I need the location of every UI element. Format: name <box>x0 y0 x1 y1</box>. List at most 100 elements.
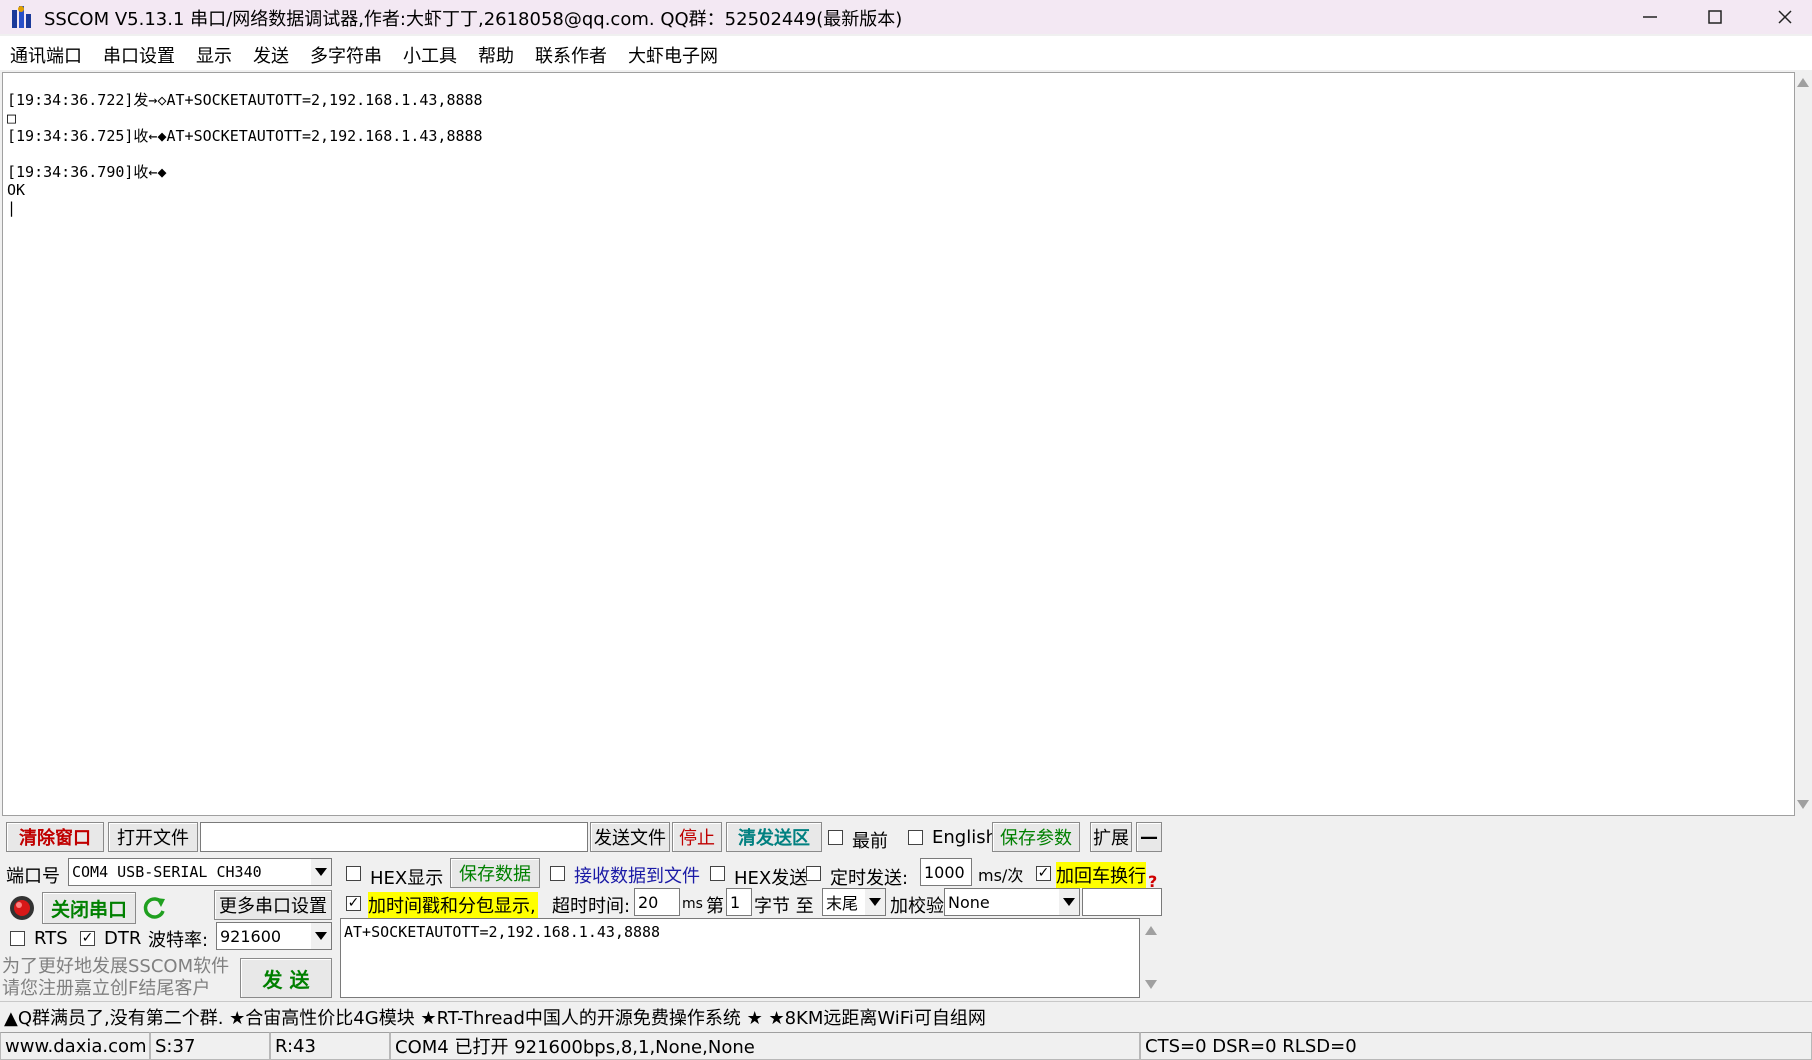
hex-send-checkbox[interactable] <box>710 866 725 881</box>
save-params-button[interactable]: 保存参数 <box>992 822 1080 852</box>
text-cursor: | <box>7 199 17 217</box>
baud-select[interactable]: 921600 <box>216 922 332 950</box>
send-textarea[interactable]: AT+SOCKETAUTOTT=2,192.168.1.43,8888 <box>340 918 1140 998</box>
timestamp-checkbox[interactable]: ✓ <box>346 896 361 911</box>
menu-bar: 通讯端口 串口设置 显示 发送 多字符串 小工具 帮助 联系作者 大虾电子网 <box>0 36 1812 70</box>
stop-button[interactable]: 停止 <box>672 822 722 852</box>
scroll-up-icon[interactable] <box>1145 926 1157 935</box>
save-data-button[interactable]: 保存数据 <box>450 858 540 888</box>
close-button[interactable] <box>1755 0 1812 34</box>
window-title: SSCOM V5.13.1 串口/网络数据调试器,作者:大虾丁丁,2618058… <box>44 9 903 30</box>
menu-contact-author[interactable]: 联系作者 <box>535 42 607 68</box>
topmost-label: 最前 <box>852 831 888 852</box>
port-label: 端口号 <box>6 866 60 887</box>
port-select-value: COM4 USB-SERIAL CH340 <box>72 863 262 881</box>
received-count: R:43 <box>270 1032 390 1060</box>
timed-send-checkbox[interactable] <box>806 866 821 881</box>
menu-multi-string[interactable]: 多字符串 <box>310 42 382 68</box>
timed-send-label: 定时发送: <box>830 868 909 889</box>
end-select[interactable]: 末尾 <box>822 888 886 916</box>
send-button[interactable]: 发 送 <box>240 958 332 998</box>
menu-help[interactable]: 帮助 <box>478 42 514 68</box>
app-icon <box>12 6 31 28</box>
collapse-button[interactable]: — <box>1136 822 1162 852</box>
maximize-icon <box>1708 10 1722 24</box>
ad-bar[interactable]: ▲Q群满员了,没有第二个群. ★合宙高性价比4G模块 ★RT-Thread中国人… <box>0 1001 1812 1029</box>
menu-serial-settings[interactable]: 串口设置 <box>103 42 175 68</box>
add-crlf-checkbox[interactable]: ✓ <box>1036 866 1051 881</box>
chevron-down-icon[interactable] <box>311 859 331 885</box>
timeout-input[interactable]: 20 <box>634 888 680 916</box>
menu-send[interactable]: 发送 <box>253 42 289 68</box>
menu-comm-port[interactable]: 通讯端口 <box>10 42 82 68</box>
website-link[interactable]: www.daxia.com <box>0 1032 150 1060</box>
maximize-button[interactable] <box>1685 0 1745 34</box>
title-bar: SSCOM V5.13.1 串口/网络数据调试器,作者:大虾丁丁,2618058… <box>0 0 1812 34</box>
chevron-down-icon[interactable] <box>1059 889 1079 915</box>
chevron-down-icon[interactable] <box>311 923 331 949</box>
scroll-down-icon[interactable] <box>1797 800 1809 809</box>
menu-display[interactable]: 显示 <box>196 42 232 68</box>
end-select-value: 末尾 <box>826 894 859 913</box>
signal-status-text: CTS=0 DSR=0 RLSD=0 <box>1140 1032 1812 1060</box>
clear-window-button[interactable]: 清除窗口 <box>6 822 104 852</box>
chevron-down-icon[interactable] <box>865 889 885 915</box>
minimize-button[interactable] <box>1620 0 1680 34</box>
promo-text: 为了更好地发展SSCOM软件 请您注册嘉立创F结尾客户 <box>2 956 230 999</box>
port-status-text: COM4 已打开 921600bps,8,1,None,None <box>390 1032 1140 1060</box>
recv-to-file-checkbox[interactable] <box>550 866 565 881</box>
scroll-down-icon[interactable] <box>1145 980 1157 989</box>
receive-output-area[interactable]: [19:34:36.722]发→◇AT+SOCKETAUTOTT=2,192.1… <box>2 72 1795 816</box>
dtr-label: DTR <box>104 928 142 949</box>
expand-button[interactable]: 扩展 <box>1090 822 1132 852</box>
hex-display-label: HEX显示 <box>370 868 444 889</box>
checksum-label: 加校验 <box>890 896 944 917</box>
open-file-button[interactable]: 打开文件 <box>108 822 198 852</box>
refresh-icon[interactable] <box>142 895 168 921</box>
dtr-checkbox[interactable]: ✓ <box>80 931 95 946</box>
ad-text[interactable]: ▲Q群满员了,没有第二个群. ★合宙高性价比4G模块 ★RT-Thread中国人… <box>4 1004 986 1030</box>
topmost-checkbox[interactable] <box>828 830 843 845</box>
english-checkbox[interactable] <box>908 830 923 845</box>
output-scrollbar[interactable] <box>1795 72 1812 816</box>
recv-to-file-label[interactable]: 接收数据到文件 <box>574 862 700 888</box>
send-scrollbar[interactable] <box>1140 918 1162 998</box>
scroll-up-icon[interactable] <box>1797 78 1809 87</box>
checksum-select-value: None <box>948 892 990 912</box>
minimize-icon <box>1643 16 1657 18</box>
byte-to-label: 字节 至 <box>754 896 814 917</box>
menu-daxia-website[interactable]: 大虾电子网 <box>628 42 718 68</box>
timestamp-label: 加时间戳和分包显示, <box>368 892 538 918</box>
close-port-button[interactable]: 关闭串口 <box>42 892 136 924</box>
send-text: AT+SOCKETAUTOTT=2,192.168.1.43,8888 <box>344 923 661 941</box>
interval-input[interactable]: 1000 <box>920 858 972 886</box>
output-line: [19:34:36.722]发→◇AT+SOCKETAUTOTT=2,192.1… <box>7 91 483 109</box>
checksum-extra-field <box>1082 888 1162 916</box>
output-line: [19:34:36.725]收←◆AT+SOCKETAUTOTT=2,192.1… <box>7 127 483 145</box>
nth-label: 第 <box>706 896 724 917</box>
rts-checkbox[interactable] <box>10 931 25 946</box>
hex-display-checkbox[interactable] <box>346 866 361 881</box>
baud-select-value: 921600 <box>220 926 282 946</box>
output-line: OK <box>7 181 26 199</box>
port-status-led-icon <box>10 896 34 920</box>
status-bar: www.daxia.com S:37 R:43 COM4 已打开 921600b… <box>0 1032 1812 1060</box>
send-file-button[interactable]: 发送文件 <box>590 822 670 852</box>
close-icon <box>1778 10 1792 24</box>
sent-count: S:37 <box>150 1032 270 1060</box>
more-port-settings-button[interactable]: 更多串口设置 <box>214 890 332 920</box>
baud-label: 波特率: <box>148 930 209 951</box>
add-crlf-label: 加回车换行 <box>1056 862 1146 888</box>
hex-send-label: HEX发送 <box>734 868 808 889</box>
clear-send-area-button[interactable]: 清发送区 <box>726 822 822 852</box>
output-line: □ <box>7 109 17 127</box>
output-line: [19:34:36.790]收←◆ <box>7 163 167 181</box>
menu-tools[interactable]: 小工具 <box>403 42 457 68</box>
file-path-input[interactable] <box>200 822 588 852</box>
rts-label: RTS <box>34 928 68 949</box>
nth-input[interactable]: 1 <box>726 888 752 916</box>
port-select[interactable]: COM4 USB-SERIAL CH340 <box>68 858 332 886</box>
interval-unit-label: ms/次 <box>978 866 1024 885</box>
checksum-select[interactable]: None <box>944 888 1080 916</box>
english-label: English <box>932 827 997 848</box>
